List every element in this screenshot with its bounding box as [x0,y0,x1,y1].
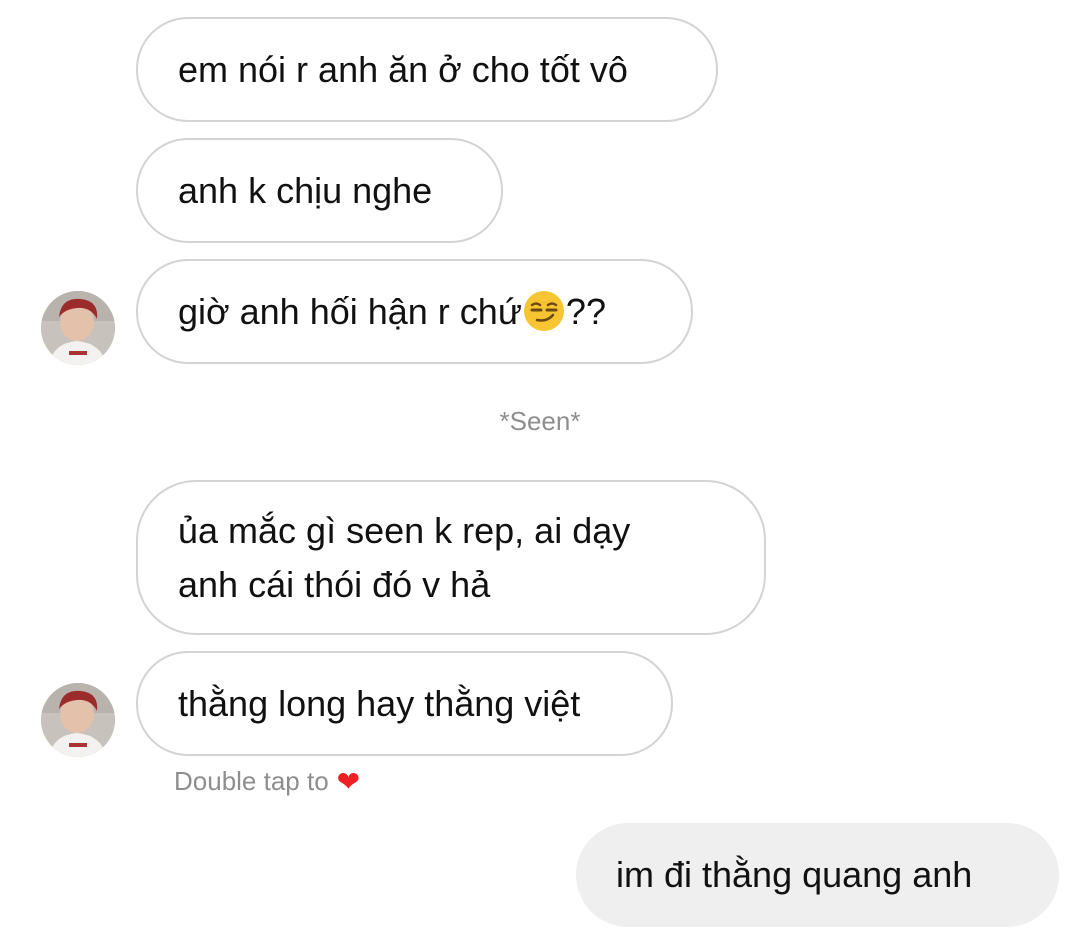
message-bubble[interactable]: giờ anh hối hận r chứ ?? [136,259,693,364]
message-text: im đi thằng quang anh [616,854,973,895]
message-text: em nói r anh ăn ở cho tốt vô [178,48,628,90]
smirking-face-icon [523,290,564,331]
avatar[interactable] [41,291,115,365]
message-text-part: giờ anh hối hận r chứ [178,290,522,332]
seen-status: *Seen* [499,406,581,436]
person-icon [41,291,115,365]
message-text: ủa mắc gì seen k rep, ai dạy anh cái thó… [178,504,630,612]
message-line: ủa mắc gì seen k rep, ai dạy [178,510,631,551]
message-text: giờ anh hối hận r chứ ?? [178,285,606,339]
message-bubble[interactable]: em nói r anh ăn ở cho tốt vô [136,17,718,122]
message-text: anh k chịu nghe [178,169,433,211]
double-tap-hint: Double tap to ❤ [174,766,360,797]
message-line: anh cái thói đó v hả [178,564,491,605]
avatar[interactable] [41,683,115,757]
heart-icon[interactable]: ❤ [337,767,360,796]
message-text-part: ?? [565,290,606,332]
my-message-bubble[interactable]: im đi thằng quang anh [576,823,1059,927]
message-bubble[interactable]: thằng long hay thằng việt [136,651,673,756]
message-text: thằng long hay thằng việt [178,682,581,724]
message-bubble[interactable]: anh k chịu nghe [136,138,503,243]
hint-text: Double tap to [174,766,329,796]
person-icon [41,683,115,757]
message-bubble[interactable]: ủa mắc gì seen k rep, ai dạy anh cái thó… [136,480,766,635]
